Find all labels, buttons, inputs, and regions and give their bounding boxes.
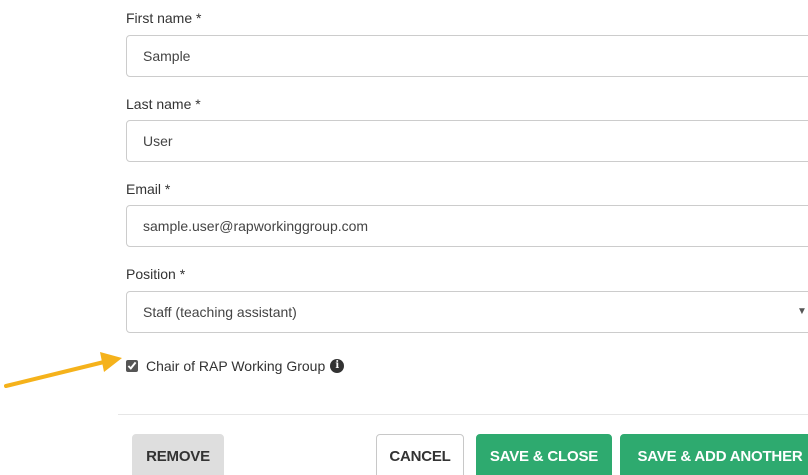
chair-checkbox-label: Chair of RAP Working Group	[146, 358, 326, 374]
last-name-label: Last name *	[126, 96, 201, 112]
last-name-input[interactable]	[126, 120, 808, 162]
first-name-input[interactable]	[126, 35, 808, 77]
caret-down-icon[interactable]: ▼	[797, 306, 807, 317]
position-selected-value: Staff (teaching assistant)	[143, 304, 297, 320]
chair-checkbox-row: Chair of RAP Working Group i	[126, 358, 345, 374]
user-form-page: First name * Last name * Email * Positio…	[0, 0, 808, 475]
save-close-button[interactable]: SAVE & CLOSE	[476, 434, 612, 475]
arrow-annotation-icon	[4, 352, 122, 388]
position-select[interactable]: Staff (teaching assistant)	[126, 291, 808, 333]
remove-button[interactable]: REMOVE	[132, 434, 224, 475]
cancel-button[interactable]: CANCEL	[376, 434, 464, 475]
info-icon[interactable]: i	[330, 359, 345, 373]
email-label: Email *	[126, 181, 171, 197]
email-input[interactable]	[126, 205, 808, 247]
form-divider	[118, 414, 808, 415]
position-label: Position *	[126, 266, 186, 282]
save-add-another-button[interactable]: SAVE & ADD ANOTHER	[620, 434, 808, 475]
first-name-label: First name *	[126, 10, 202, 26]
